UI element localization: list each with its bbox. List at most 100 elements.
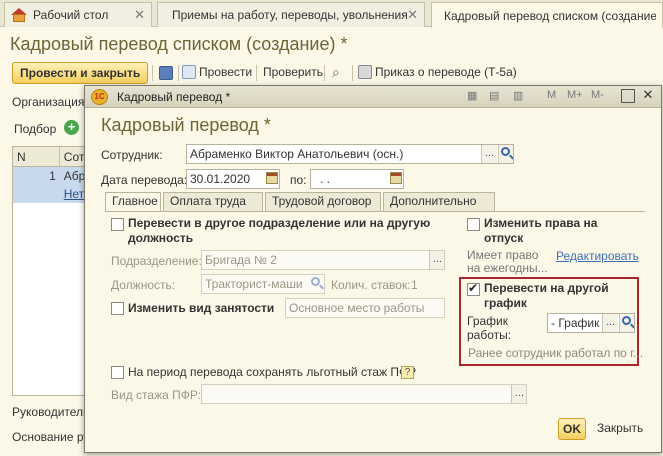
- add-icon[interactable]: +: [64, 120, 79, 135]
- change-employment-label: Изменить вид занятости: [128, 301, 275, 315]
- select-button[interactable]: ...: [602, 314, 618, 332]
- basis-label: Основание ру: [12, 430, 90, 444]
- edit-vacation-link[interactable]: Редактировать: [556, 249, 639, 263]
- check-button[interactable]: Проверить: [263, 65, 323, 79]
- page-title: Кадровый перевод списком (создание) *: [10, 34, 348, 54]
- separator: [352, 65, 353, 81]
- search-button[interactable]: [498, 145, 513, 163]
- dialog-heading: Кадровый перевод *: [101, 115, 271, 135]
- schedule-field[interactable]: - График р ...: [547, 313, 635, 333]
- to-date-field[interactable]: . .: [310, 169, 404, 189]
- memory-m-button[interactable]: M: [547, 89, 556, 101]
- print-order-button[interactable]: Приказ о переводе (Т-5а): [358, 65, 517, 79]
- transfer-dept-label: Перевести в другое подразделение или на …: [128, 216, 431, 245]
- ok-button[interactable]: OK: [558, 418, 586, 440]
- calculator-icon[interactable]: ▥: [513, 89, 523, 102]
- app-logo-icon: 1С: [91, 89, 108, 105]
- post-icon: [182, 65, 196, 79]
- tab-hiring[interactable]: Приемы на работу, переводы, увольнения ✕: [157, 2, 425, 27]
- save-icon[interactable]: [159, 66, 173, 80]
- separator: [152, 65, 153, 81]
- table-row[interactable]: 1 Абр: [13, 167, 91, 185]
- select-button: ...: [429, 251, 444, 269]
- tab-bar: Рабочий стол ✕ Приемы на работу, перевод…: [0, 0, 663, 28]
- change-vacation-checkbox[interactable]: [467, 218, 480, 231]
- to-date-label: по:: [290, 173, 307, 187]
- employment-type-field: Основное место работы: [285, 298, 445, 318]
- transfer-date-field[interactable]: 30.01.2020: [186, 169, 280, 189]
- table-header: N Сот: [13, 147, 91, 167]
- separator: [256, 65, 257, 81]
- pfr-type-label: Вид стажа ПФР:: [111, 388, 201, 402]
- column-header[interactable]: N: [13, 147, 60, 166]
- organization-label: Организация:: [12, 95, 88, 109]
- close-icon[interactable]: ✕: [407, 7, 418, 23]
- tab-label: Приемы на работу, переводы, увольнения: [172, 8, 408, 22]
- schedule-hint: Ранее сотрудник работал по г...: [468, 346, 644, 360]
- tab-label: Рабочий стол: [33, 8, 109, 22]
- close-icon[interactable]: ✕: [641, 88, 655, 103]
- table-cell: [13, 185, 60, 203]
- table-row[interactable]: Нет: [13, 185, 91, 203]
- position-field: Тракторист-маши: [201, 274, 325, 294]
- tab-payment[interactable]: Оплата труда: [163, 192, 263, 211]
- employee-label: Сотрудник:: [101, 148, 163, 162]
- dropdown-button: ...: [511, 385, 526, 403]
- dialog-titlebar: 1С Кадровый перевод * ▦ ▤ ▥ M M+ M- ✕: [85, 86, 661, 108]
- maximize-icon[interactable]: [621, 89, 635, 103]
- help-icon[interactable]: ?: [401, 366, 414, 379]
- department-label: Подразделение:: [111, 254, 202, 268]
- command-bar: Провести и закрыть Провести Проверить ⌕ …: [8, 62, 663, 84]
- rates-value: 1: [411, 278, 418, 292]
- tab-main[interactable]: Главное: [105, 192, 161, 212]
- calendar-icon[interactable]: ▤: [489, 89, 499, 102]
- calendar-icon: [266, 172, 278, 184]
- tab-desktop[interactable]: Рабочий стол ✕: [4, 2, 152, 27]
- post-and-close-button[interactable]: Провести и закрыть: [12, 62, 149, 84]
- select-button[interactable]: Подбор: [14, 122, 56, 136]
- select-button[interactable]: ...: [481, 145, 497, 163]
- other-schedule-checkbox[interactable]: [467, 281, 480, 296]
- employees-table[interactable]: N Сот 1 Абр Нет: [12, 146, 92, 396]
- change-employment-checkbox[interactable]: [111, 302, 124, 315]
- calendar-icon: [390, 172, 402, 184]
- print-icon[interactable]: ▦: [467, 89, 477, 102]
- transfer-date-label: Дата перевода:: [101, 173, 188, 187]
- attachment-icon[interactable]: ⌕: [332, 64, 340, 81]
- tab-transfer-list[interactable]: Кадровый перевод списком (создание): [431, 2, 663, 28]
- pfr-keep-checkbox[interactable]: [111, 366, 124, 379]
- position-label: Должность:: [111, 278, 176, 292]
- date-picker-button[interactable]: [388, 170, 403, 188]
- employee-field[interactable]: Абраменко Виктор Анатольевич (осн.) ...: [186, 144, 514, 164]
- close-icon[interactable]: ✕: [134, 7, 145, 23]
- department-field: Бригада № 2 ...: [201, 250, 445, 270]
- tab-contract[interactable]: Трудовой договор: [265, 192, 381, 211]
- search-button: [309, 275, 324, 293]
- home-icon: [11, 8, 27, 22]
- pfr-type-field: ...: [201, 384, 527, 404]
- change-vacation-label: Изменить права на отпуск: [484, 216, 598, 245]
- post-button[interactable]: Провести: [182, 65, 252, 79]
- search-icon: [501, 147, 510, 156]
- pfr-keep-label: На период перевода сохранять льготный ст…: [128, 365, 417, 379]
- separator: [178, 65, 179, 81]
- rates-label: Колич. ставок:: [331, 278, 411, 292]
- search-icon: [622, 316, 631, 325]
- close-button[interactable]: Закрыть: [597, 421, 643, 435]
- date-picker-button[interactable]: [264, 170, 279, 188]
- search-button[interactable]: [619, 314, 634, 332]
- dialog-window-title: Кадровый перевод *: [117, 90, 231, 104]
- head-label: Руководитель: [12, 405, 90, 419]
- memory-minus-button[interactable]: M-: [591, 89, 604, 101]
- memory-plus-button[interactable]: M+: [567, 89, 583, 101]
- tab-label: Кадровый перевод списком (создание): [444, 8, 656, 23]
- search-icon: [311, 277, 320, 286]
- table-cell: 1: [49, 169, 56, 183]
- transfer-dept-checkbox[interactable]: [111, 218, 124, 231]
- schedule-label: График работы:: [467, 314, 512, 342]
- transfer-dialog: 1С Кадровый перевод * ▦ ▤ ▥ M M+ M- ✕ Ка…: [84, 85, 662, 453]
- separator: [324, 65, 325, 81]
- printer-icon: [358, 65, 372, 79]
- other-schedule-label: Перевести на другой график: [484, 281, 609, 310]
- tab-additional[interactable]: Дополнительно: [383, 192, 495, 211]
